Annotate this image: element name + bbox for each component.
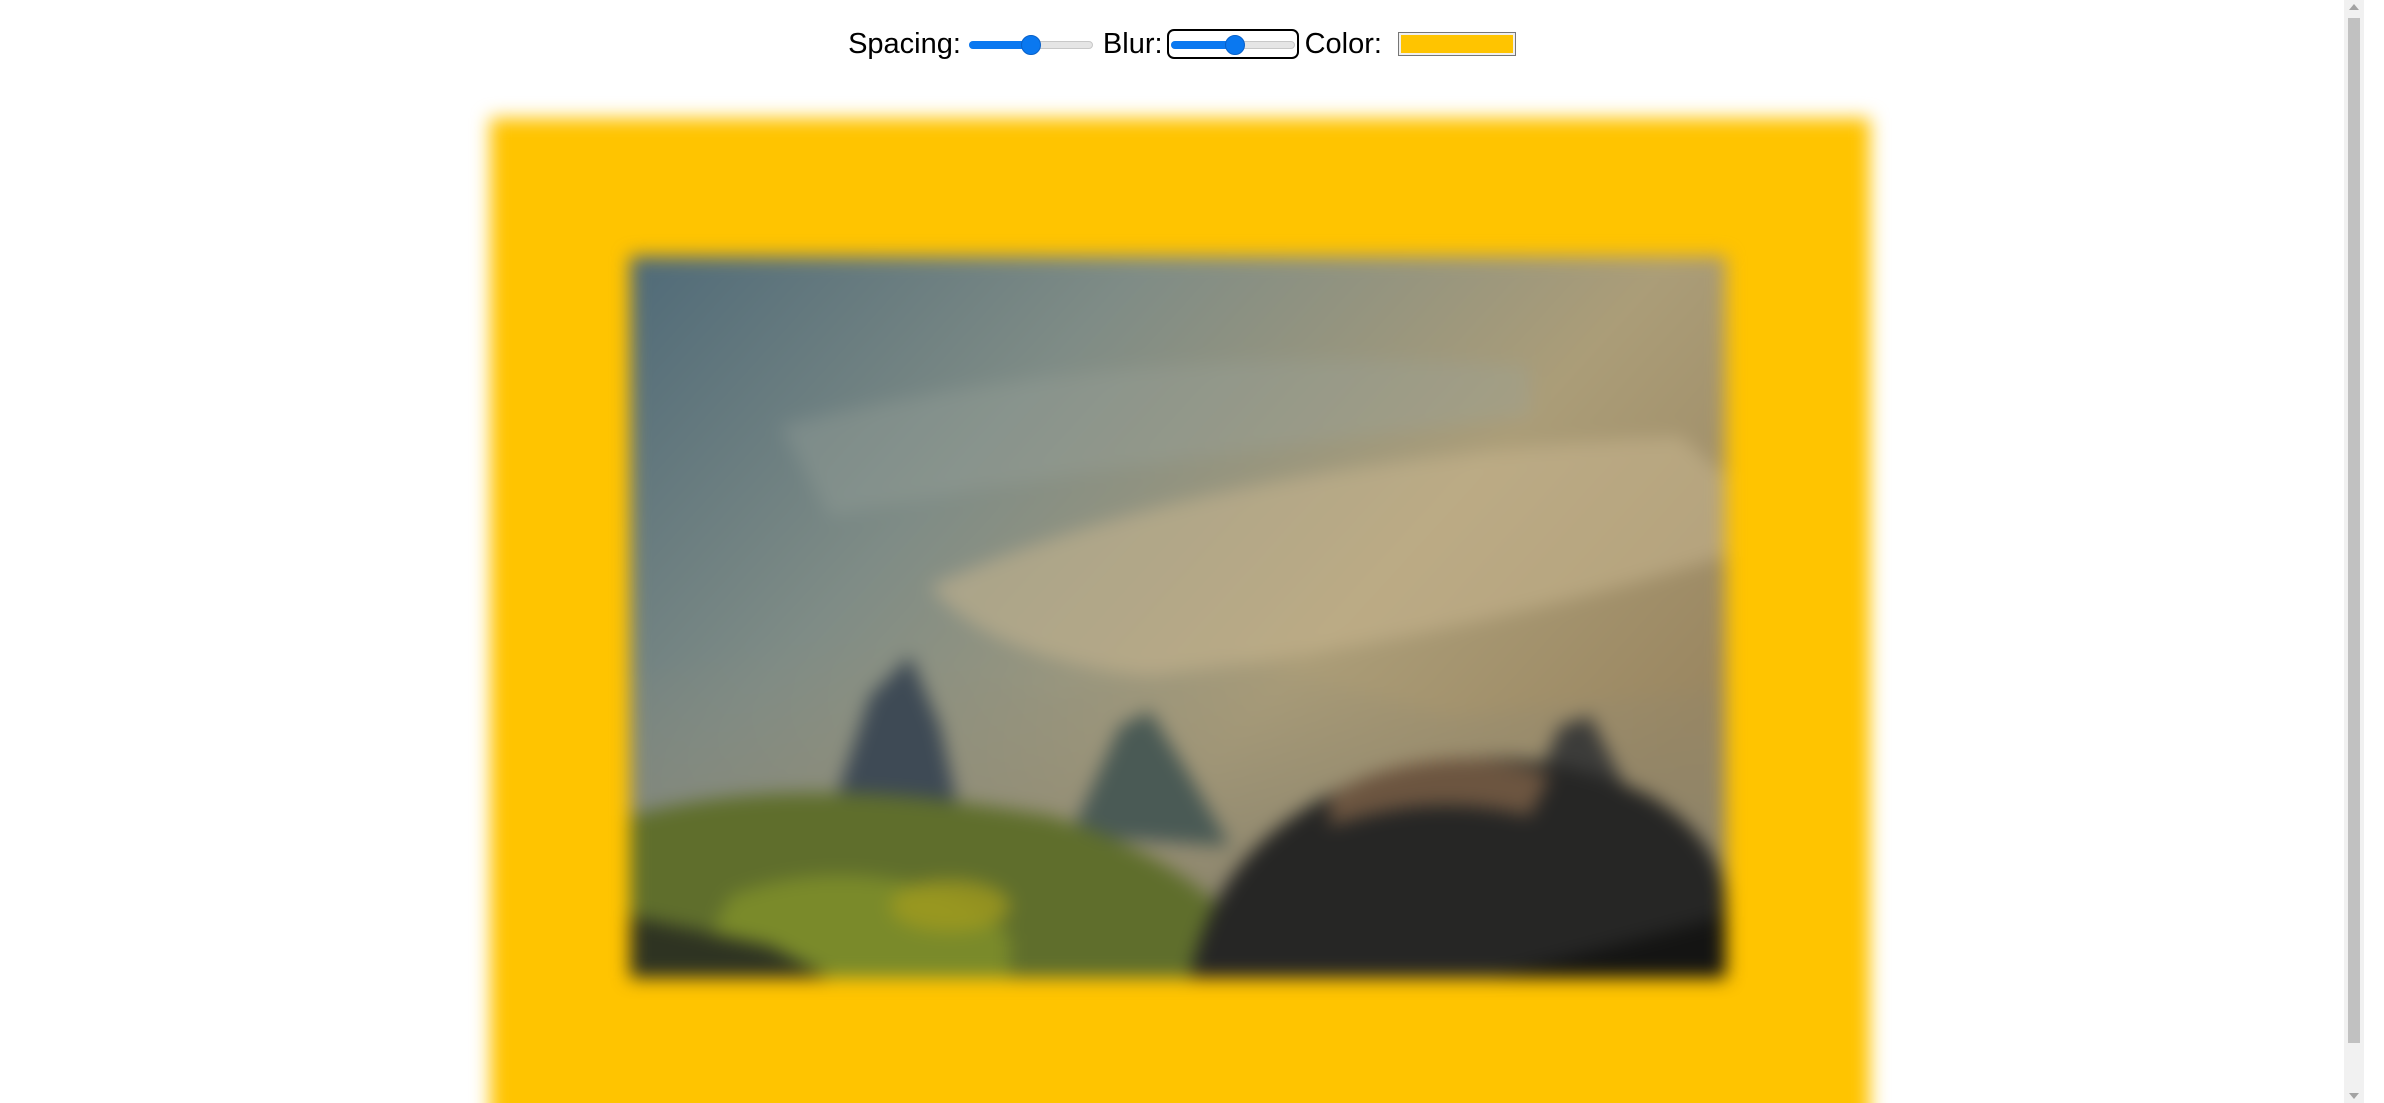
page: Spacing: Blur: Color: [0, 0, 2364, 1103]
color-picker[interactable] [1397, 32, 1516, 56]
scrollbar-thumb[interactable] [2348, 18, 2360, 1043]
color-label: Color: [1304, 27, 1382, 60]
blur-slider[interactable] [1166, 29, 1299, 59]
controls-bar: Spacing: Blur: Color: [0, 24, 2364, 64]
blur-label: Blur: [1102, 27, 1163, 60]
color-picker-swatch [1400, 35, 1513, 53]
blur-slider-thumb[interactable] [1225, 35, 1246, 55]
framed-image-container [490, 118, 1870, 1103]
spacing-control: Spacing: [848, 28, 1103, 61]
blur-control: Blur: [1103, 28, 1305, 61]
scroll-down-arrow-icon[interactable] [2349, 1093, 2359, 1099]
spacing-label: Spacing: [848, 27, 961, 60]
landscape-image [630, 256, 1726, 978]
vertical-scrollbar[interactable] [2344, 0, 2364, 1103]
color-control: Color: [1305, 28, 1516, 61]
scroll-up-arrow-icon[interactable] [2349, 4, 2359, 10]
landscape-photo [630, 256, 1726, 978]
spacing-slider-thumb[interactable] [1020, 35, 1041, 55]
spacing-slider[interactable] [968, 33, 1093, 55]
